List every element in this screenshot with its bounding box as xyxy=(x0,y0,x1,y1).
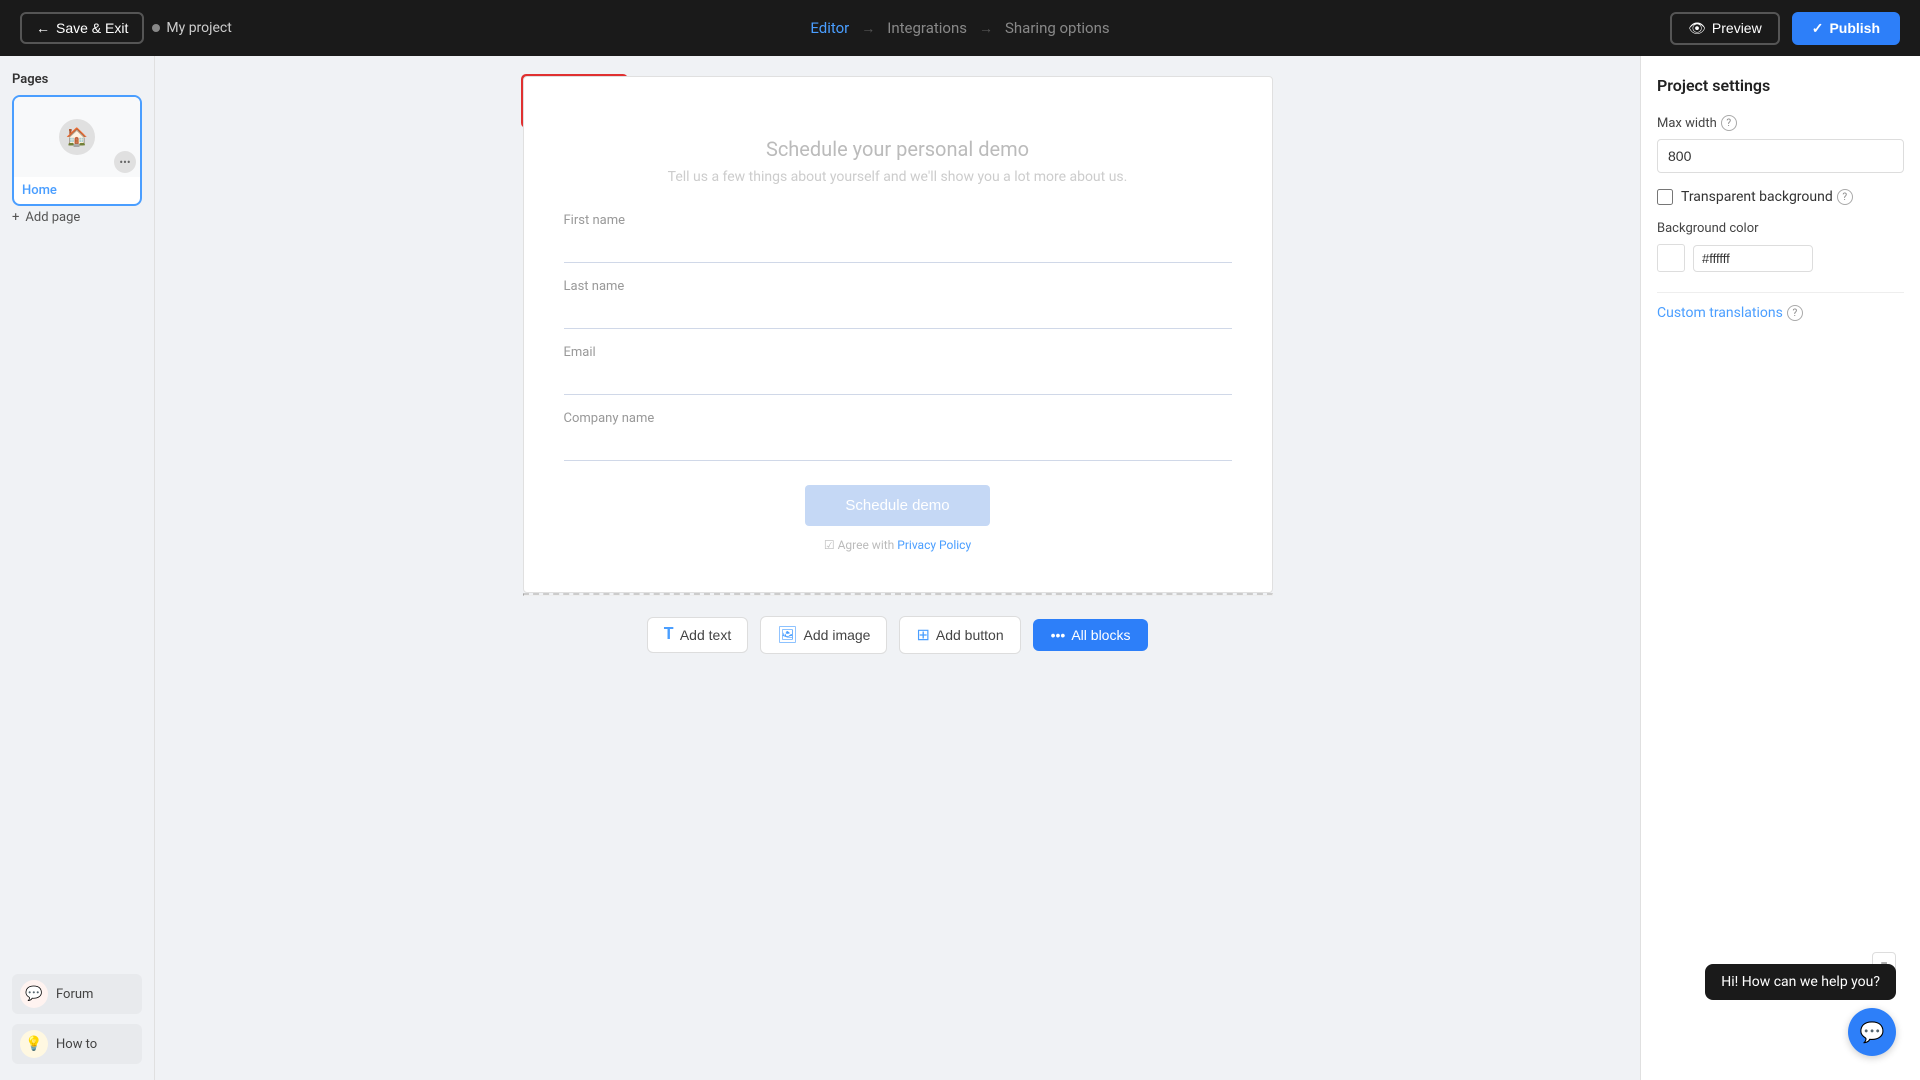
form-subtitle: Tell us a few things about yourself and … xyxy=(564,169,1232,185)
field-lastname-label: Last name xyxy=(564,279,1232,294)
transparent-bg-label: Transparent background ? xyxy=(1681,189,1853,205)
field-lastname: Last name xyxy=(564,279,1232,329)
main-layout: Pages 🏠 ••• Home + Add page 💬 Forum xyxy=(0,56,1920,1080)
form-privacy: ☑ Agree with Privacy Policy xyxy=(564,538,1232,552)
button-icon: ⊞ xyxy=(916,625,929,645)
page-card-preview: 🏠 ••• xyxy=(14,97,140,177)
publish-button[interactable]: ✓ Publish xyxy=(1792,12,1900,45)
text-icon: 𝐓 xyxy=(664,626,674,644)
chat-icon: 💬 xyxy=(1860,1020,1885,1044)
form-submit-button[interactable]: Schedule demo xyxy=(805,485,989,526)
dot-icon xyxy=(152,24,160,32)
project-name: My project xyxy=(152,20,231,36)
add-blocks-bar: 𝐓 Add text 🖼 Add image ⊞ Add button ••• … xyxy=(523,596,1273,674)
image-icon: 🖼 xyxy=(777,625,797,645)
form-wrapper: ✏️ Edit content Schedule your personal d… xyxy=(523,76,1273,593)
add-image-button[interactable]: 🖼 Add image xyxy=(760,616,887,654)
chat-tooltip: Hi! How can we help you? xyxy=(1705,964,1896,1000)
right-panel: Project settings Max width ? Transparent… xyxy=(1640,56,1920,1080)
bg-color-label: Background color xyxy=(1657,221,1904,236)
sidebar-bottom: 💬 Forum 💡 How to xyxy=(12,974,142,1064)
top-nav-center: Editor → Integrations → Sharing options xyxy=(810,19,1109,37)
add-button-button[interactable]: ⊞ Add button xyxy=(899,616,1020,654)
add-text-button[interactable]: 𝐓 Add text xyxy=(647,617,749,653)
add-page-button[interactable]: + Add page xyxy=(12,206,142,229)
chat-widget-button[interactable]: 💬 xyxy=(1848,1008,1896,1056)
top-nav: ← Save & Exit My project Editor → Integr… xyxy=(0,0,1920,56)
howto-icon: 💡 xyxy=(20,1030,48,1058)
field-company-input[interactable] xyxy=(564,432,1232,461)
field-email-label: Email xyxy=(564,345,1232,360)
pages-title: Pages xyxy=(12,72,142,87)
transparent-bg-help-icon[interactable]: ? xyxy=(1837,189,1853,205)
preview-button[interactable]: 👁 Preview xyxy=(1670,12,1780,45)
save-exit-button[interactable]: ← Save & Exit xyxy=(20,12,144,44)
field-firstname-label: First name xyxy=(564,213,1232,228)
nav-step-editor[interactable]: Editor xyxy=(810,19,849,37)
check-icon: ✓ xyxy=(1812,20,1824,37)
transparent-bg-row: Transparent background ? xyxy=(1657,189,1904,205)
nav-step-sharing[interactable]: Sharing options xyxy=(1005,19,1110,37)
privacy-policy-link[interactable]: Privacy Policy xyxy=(897,538,971,552)
max-width-help-icon[interactable]: ? xyxy=(1721,115,1737,131)
field-email: Email xyxy=(564,345,1232,395)
right-panel-title: Project settings xyxy=(1657,76,1904,95)
max-width-input[interactable] xyxy=(1657,139,1904,173)
form-title: Schedule your personal demo xyxy=(564,137,1232,161)
field-lastname-input[interactable] xyxy=(564,300,1232,329)
bg-color-input[interactable] xyxy=(1693,245,1813,272)
back-arrow-icon: ← xyxy=(36,20,50,36)
page-home-label: Home xyxy=(14,177,140,204)
page-more-button[interactable]: ••• xyxy=(114,151,136,173)
dots-icon: ••• xyxy=(1051,627,1066,643)
field-firstname: First name xyxy=(564,213,1232,263)
page-home-icon: 🏠 xyxy=(59,119,95,155)
form-container: Schedule your personal demo Tell us a fe… xyxy=(523,76,1273,593)
nav-arrow-2: → xyxy=(979,20,993,37)
plus-icon: + xyxy=(12,210,19,225)
custom-translations-link[interactable]: Custom translations ? xyxy=(1657,305,1904,321)
panel-divider xyxy=(1657,292,1904,293)
canvas-area: ✏️ Edit content Schedule your personal d… xyxy=(155,56,1640,1080)
bg-color-swatch[interactable] xyxy=(1657,244,1685,272)
sidebar: Pages 🏠 ••• Home + Add page 💬 Forum xyxy=(0,56,155,1080)
field-firstname-input[interactable] xyxy=(564,234,1232,263)
field-email-input[interactable] xyxy=(564,366,1232,395)
howto-item[interactable]: 💡 How to xyxy=(12,1024,142,1064)
eye-icon: 👁 xyxy=(1688,20,1706,37)
nav-step-integrations[interactable]: Integrations xyxy=(887,19,967,37)
top-nav-left: ← Save & Exit My project xyxy=(20,12,232,44)
forum-icon: 💬 xyxy=(20,980,48,1008)
page-card-home[interactable]: 🏠 ••• Home xyxy=(12,95,142,206)
nav-arrow-1: → xyxy=(861,20,875,37)
custom-translations-help-icon[interactable]: ? xyxy=(1787,305,1803,321)
bg-color-row xyxy=(1657,244,1904,272)
forum-item[interactable]: 💬 Forum xyxy=(12,974,142,1014)
field-company-label: Company name xyxy=(564,411,1232,426)
max-width-label: Max width ? xyxy=(1657,115,1904,131)
top-nav-right: 👁 Preview ✓ Publish xyxy=(1670,12,1900,45)
field-company: Company name xyxy=(564,411,1232,461)
all-blocks-button[interactable]: ••• All blocks xyxy=(1033,619,1149,651)
transparent-bg-checkbox[interactable] xyxy=(1657,189,1673,205)
